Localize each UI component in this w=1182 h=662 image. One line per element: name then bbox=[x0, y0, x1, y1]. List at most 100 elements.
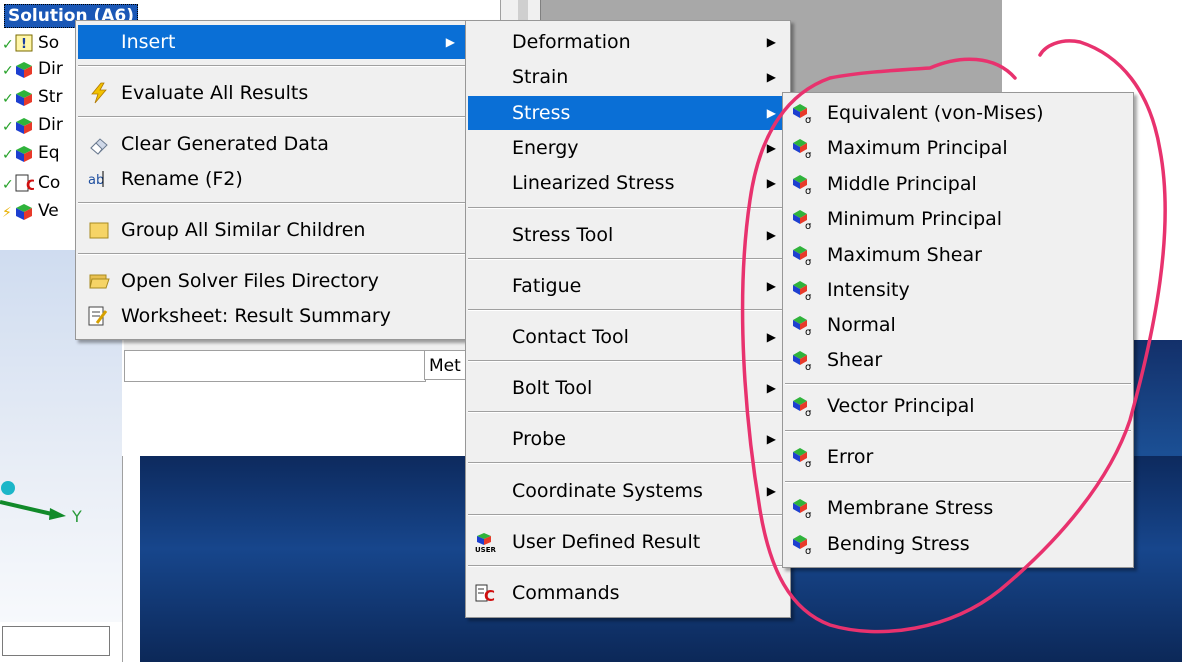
svg-text:σ: σ bbox=[805, 115, 812, 124]
stress-result-icon: σ bbox=[793, 175, 812, 195]
submenu-arrow-icon: ▶ bbox=[766, 432, 776, 446]
result-cube-icon bbox=[16, 118, 32, 134]
commands-icon: C bbox=[475, 584, 495, 604]
stress-result-icon: σ bbox=[793, 316, 812, 336]
rename-icon: ab bbox=[88, 171, 104, 188]
svg-text:C: C bbox=[484, 587, 495, 604]
svg-text:USER: USER bbox=[475, 546, 496, 553]
menu-item-stress-tool[interactable]: Stress Tool ▶ bbox=[468, 218, 788, 252]
menu-item-user-defined-result[interactable]: USER User Defined Result bbox=[468, 525, 788, 559]
status-field[interactable] bbox=[2, 626, 110, 656]
menu-separator bbox=[468, 258, 788, 260]
menu-separator bbox=[785, 430, 1131, 432]
menu-separator bbox=[468, 360, 788, 362]
stress-result-icon: σ bbox=[793, 499, 812, 519]
svg-text:σ: σ bbox=[805, 292, 812, 301]
check-icon: ✓ bbox=[2, 119, 14, 135]
check-icon: ✓ bbox=[2, 37, 14, 53]
insert-submenu: Deformation ▶ Strain ▶ Stress ▶ Energy ▶… bbox=[465, 20, 791, 618]
menu-item-intensity[interactable]: σ Intensity bbox=[785, 273, 1131, 307]
menu-separator bbox=[785, 481, 1131, 483]
stress-result-icon: σ bbox=[793, 281, 812, 301]
menu-item-normal[interactable]: σ Normal bbox=[785, 308, 1131, 342]
menu-separator bbox=[468, 514, 788, 516]
menu-separator bbox=[468, 411, 788, 413]
menu-item-shear[interactable]: σ Shear bbox=[785, 343, 1131, 377]
menu-item-linearized-stress[interactable]: Linearized Stress ▶ bbox=[468, 166, 788, 200]
menu-item-deformation[interactable]: Deformation ▶ bbox=[468, 25, 788, 59]
context-menu: Insert ▶ Evaluate All Results Clear Gene… bbox=[75, 20, 470, 340]
svg-text:σ: σ bbox=[805, 459, 812, 468]
svg-text:σ: σ bbox=[805, 327, 812, 336]
check-icon: ✓ bbox=[2, 147, 14, 163]
svg-text:σ: σ bbox=[805, 221, 812, 230]
details-grid[interactable] bbox=[124, 350, 426, 382]
menu-item-worksheet-result-summary[interactable]: Worksheet: Result Summary bbox=[78, 299, 467, 333]
submenu-arrow-icon: ▶ bbox=[766, 279, 776, 293]
menu-separator bbox=[78, 202, 467, 204]
submenu-arrow-icon: ▶ bbox=[766, 381, 776, 395]
menu-item-probe[interactable]: Probe ▶ bbox=[468, 422, 788, 456]
menu-item-bending-stress[interactable]: σ Bending Stress bbox=[785, 527, 1131, 561]
menu-separator bbox=[78, 253, 467, 255]
menu-item-contact-tool[interactable]: Contact Tool ▶ bbox=[468, 320, 788, 354]
open-folder-icon bbox=[89, 274, 110, 289]
menu-item-vector-principal[interactable]: σ Vector Principal bbox=[785, 389, 1131, 423]
svg-text:σ: σ bbox=[805, 257, 812, 266]
menu-item-equivalent-von-mises[interactable]: σ Equivalent (von-Mises) bbox=[785, 96, 1131, 130]
svg-text:σ: σ bbox=[805, 150, 812, 159]
svg-text:σ: σ bbox=[805, 510, 812, 519]
result-cube-icon bbox=[16, 62, 32, 78]
result-cube-icon bbox=[16, 204, 32, 220]
menu-item-strain[interactable]: Strain ▶ bbox=[468, 60, 788, 94]
axis-triad: Y bbox=[0, 481, 82, 526]
submenu-arrow-icon: ▶ bbox=[766, 228, 776, 242]
submenu-arrow-icon: ▶ bbox=[766, 141, 776, 155]
svg-text:C: C bbox=[26, 178, 34, 193]
stress-result-icon: σ bbox=[793, 104, 812, 124]
menu-item-open-solver-files-directory[interactable]: Open Solver Files Directory bbox=[78, 264, 467, 298]
svg-text:ab: ab bbox=[88, 173, 104, 188]
stress-result-icon: σ bbox=[793, 448, 812, 468]
svg-text:σ: σ bbox=[805, 362, 812, 371]
menu-item-minimum-principal[interactable]: σ Minimum Principal bbox=[785, 202, 1131, 236]
menu-item-stress[interactable]: Stress ▶ bbox=[468, 96, 788, 130]
check-icon: ✓ bbox=[2, 91, 14, 107]
result-cube-icon bbox=[16, 146, 32, 162]
worksheet-icon bbox=[88, 306, 108, 326]
menu-item-maximum-shear[interactable]: σ Maximum Shear bbox=[785, 238, 1131, 272]
submenu-arrow-icon: ▶ bbox=[766, 35, 776, 49]
menu-separator bbox=[468, 565, 788, 567]
menu-item-group-all-similar-children[interactable]: Group All Similar Children bbox=[78, 213, 467, 247]
menu-separator bbox=[78, 116, 467, 118]
menu-item-energy[interactable]: Energy ▶ bbox=[468, 131, 788, 165]
menu-item-bolt-tool[interactable]: Bolt Tool ▶ bbox=[468, 371, 788, 405]
svg-text:!: ! bbox=[21, 37, 27, 52]
svg-text:σ: σ bbox=[805, 546, 812, 555]
menu-item-insert[interactable]: Insert ▶ bbox=[78, 25, 467, 59]
menu-item-maximum-principal[interactable]: σ Maximum Principal bbox=[785, 131, 1131, 165]
menu-item-evaluate-all-results[interactable]: Evaluate All Results bbox=[78, 76, 467, 110]
menu-item-membrane-stress[interactable]: σ Membrane Stress bbox=[785, 491, 1131, 525]
menu-item-middle-principal[interactable]: σ Middle Principal bbox=[785, 167, 1131, 201]
menu-separator bbox=[468, 309, 788, 311]
solution-info-icon: ! bbox=[15, 34, 33, 52]
menu-separator bbox=[468, 462, 788, 464]
menu-item-rename[interactable]: ab Rename (F2) bbox=[78, 162, 467, 196]
menu-item-clear-generated-data[interactable]: Clear Generated Data bbox=[78, 127, 467, 161]
submenu-arrow-icon: ▶ bbox=[766, 484, 776, 498]
submenu-arrow-icon: ▶ bbox=[766, 70, 776, 84]
stress-result-icon: σ bbox=[793, 246, 812, 266]
menu-item-commands[interactable]: C Commands bbox=[468, 576, 788, 610]
lightning-icon: ⚡ bbox=[2, 205, 12, 221]
menu-item-error[interactable]: σ Error bbox=[785, 440, 1131, 474]
menu-separator bbox=[785, 383, 1131, 385]
stress-result-icon: σ bbox=[793, 351, 812, 371]
menu-item-coordinate-systems[interactable]: Coordinate Systems ▶ bbox=[468, 474, 788, 508]
stress-submenu: σ Equivalent (von-Mises) σ Maximum Princ… bbox=[782, 92, 1134, 568]
result-cube-icon bbox=[16, 90, 32, 106]
menu-separator bbox=[78, 65, 467, 67]
menu-separator bbox=[468, 207, 788, 209]
stress-result-icon: σ bbox=[793, 535, 812, 555]
menu-item-fatigue[interactable]: Fatigue ▶ bbox=[468, 269, 788, 303]
